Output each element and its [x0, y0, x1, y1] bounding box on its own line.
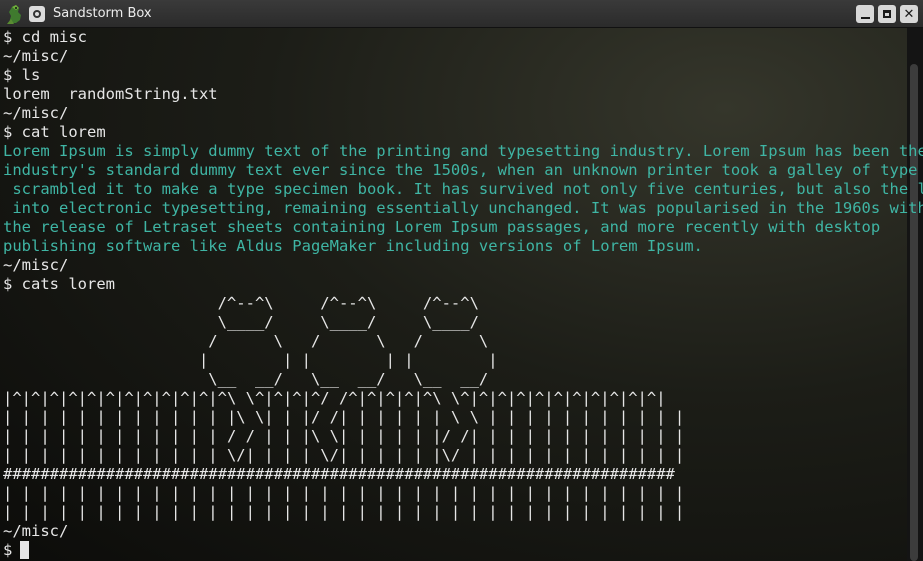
- terminal-line: $ ls: [3, 66, 41, 84]
- terminal-line: lorem randomString.txt: [3, 85, 218, 103]
- window-menu-button[interactable]: [29, 6, 45, 22]
- minimize-icon: [860, 17, 870, 19]
- close-button[interactable]: ✕: [900, 5, 918, 23]
- ascii-art-line: | | | | | | | | | | | | \/| | | | \/| | …: [3, 446, 685, 464]
- terminal-line: $ cd misc: [3, 28, 87, 46]
- lorem-line: scrambled it to make a type specimen boo…: [3, 180, 923, 198]
- ascii-art-line: \__ __/ \__ __/ \__ __/: [3, 370, 489, 388]
- lorem-line: the release of Letraset sheets containin…: [3, 218, 881, 236]
- terminal-line: ~/misc/: [3, 256, 69, 274]
- lorem-line: publishing software like Aldus PageMaker…: [3, 237, 703, 255]
- terminal-line: ~/misc/: [3, 522, 69, 540]
- ascii-art-line: / \ / \ / \: [3, 332, 489, 350]
- ascii-art-line: | | | | | |: [3, 351, 498, 369]
- close-icon: ✕: [903, 6, 915, 22]
- terminal-line: $ cat lorem: [3, 123, 106, 141]
- terminal-line: $ cats lorem: [3, 275, 115, 293]
- sandstorm-app-icon: [7, 5, 21, 24]
- minimize-button[interactable]: [856, 5, 874, 23]
- ascii-art-line: \____/ \____/ \____/: [3, 313, 479, 331]
- ascii-art-line: | | | | | | | | | | | | / / | | |\ \| | …: [3, 427, 685, 445]
- maximize-icon: [883, 10, 891, 18]
- terminal-line: ~/misc/: [3, 47, 69, 65]
- window-title: Sandstorm Box: [53, 6, 152, 21]
- prompt-line[interactable]: $: [3, 541, 22, 560]
- terminal-line: ~/misc/: [3, 104, 69, 122]
- ascii-art-line: | | | | | | | | | | | | |\ \| | |/ /| | …: [3, 408, 685, 426]
- lorem-line: into electronic typesetting, remaining e…: [3, 199, 923, 217]
- text-cursor: [20, 541, 29, 559]
- lorem-line: industry's standard dummy text ever sinc…: [3, 161, 923, 179]
- ascii-art-line: | | | | | | | | | | | | | | | | | | | | …: [3, 484, 685, 502]
- ascii-art-line: | | | | | | | | | | | | | | | | | | | | …: [3, 503, 685, 521]
- scrollbar-thumb[interactable]: [910, 64, 918, 561]
- ascii-art-line: |^|^|^|^|^|^|^|^|^|^|^|^\ \^|^|^|^/ /^|^…: [3, 389, 666, 407]
- terminal-window: Sandstorm Box ✕ $ cd misc ~/misc/ $ ls l…: [0, 0, 923, 561]
- ascii-art-line: /^--^\ /^--^\ /^--^\: [3, 294, 479, 312]
- maximize-button[interactable]: [878, 5, 896, 23]
- lorem-line: Lorem Ipsum is simply dummy text of the …: [3, 142, 923, 160]
- title-bar[interactable]: Sandstorm Box ✕: [0, 0, 923, 28]
- ascii-art-line: ########################################…: [3, 465, 675, 483]
